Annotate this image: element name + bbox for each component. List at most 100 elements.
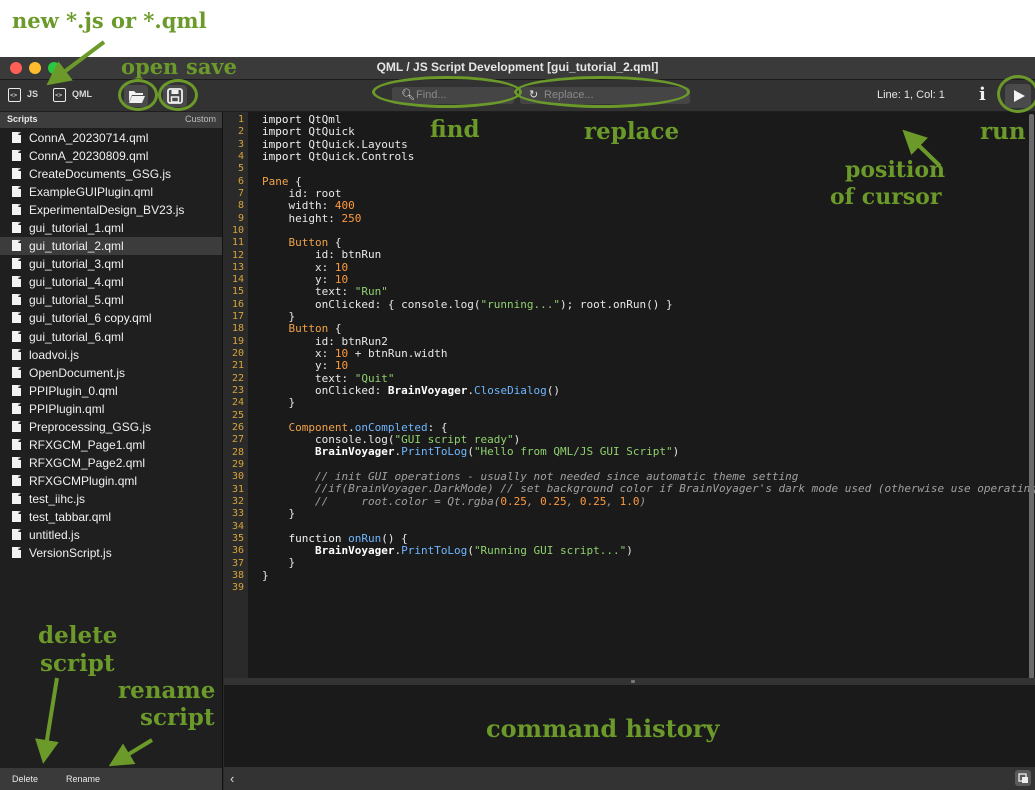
- annotation-open: open: [121, 54, 179, 79]
- tab-custom[interactable]: Custom: [185, 114, 216, 124]
- list-item[interactable]: ConnA_20230714.qml: [0, 129, 222, 147]
- line-number: 37: [231, 557, 244, 569]
- code-token: ): [672, 445, 680, 459]
- chevron-left-icon[interactable]: ‹: [230, 771, 234, 786]
- code-token: console.log(: [262, 433, 395, 447]
- file-name: gui_tutorial_6.qml: [29, 329, 124, 344]
- script-file-list: ConnA_20230714.qml ConnA_20230809.qml Crea…: [0, 129, 222, 562]
- file-name: ExampleGUIPlugin.qml: [29, 185, 154, 200]
- rename-button[interactable]: Rename: [66, 774, 100, 784]
- file-name: test_iihc.js: [29, 491, 86, 506]
- list-item[interactable]: RFXGCM_Page2.qml: [0, 454, 222, 472]
- line-number: 4: [237, 150, 244, 162]
- line-number: 22: [231, 372, 244, 384]
- code-token: 0.25: [500, 494, 527, 508]
- code-token: BrainVoyager: [387, 383, 468, 397]
- list-item[interactable]: gui_tutorial_3.qml: [0, 255, 222, 273]
- code-line: }: [262, 310, 1035, 323]
- annotation-run: run: [980, 118, 1026, 145]
- file-icon: [12, 222, 21, 234]
- file-icon: [12, 529, 21, 541]
- list-item[interactable]: RFXGCM_Page1.qml: [0, 436, 222, 454]
- annotation-replace: replace: [584, 118, 680, 145]
- line-number: 5: [237, 163, 244, 175]
- new-js-button[interactable]: <> JS: [4, 80, 46, 110]
- list-item[interactable]: test_iihc.js: [0, 490, 222, 508]
- annotation-rename-1: rename: [118, 677, 216, 704]
- line-number: 36: [231, 545, 244, 557]
- line-number: 17: [231, 311, 244, 323]
- list-item[interactable]: gui_tutorial_1.qml: [0, 219, 222, 237]
- delete-button[interactable]: Delete: [12, 774, 38, 784]
- annotation-command-history: command history: [486, 714, 720, 743]
- splitter-grip-icon: [631, 680, 635, 683]
- list-item[interactable]: gui_tutorial_2.qml: [0, 237, 222, 256]
- list-item[interactable]: Preprocessing_GSG.js: [0, 418, 222, 436]
- code-token: 400: [334, 199, 355, 213]
- code-line: }: [262, 557, 1035, 569]
- info-button[interactable]: i: [979, 84, 986, 105]
- code-token: PrintToLog: [401, 445, 468, 459]
- svg-text:<>: <>: [10, 92, 18, 99]
- status-bar: ‹: [224, 767, 1035, 790]
- line-number: 16: [231, 298, 244, 310]
- tab-scripts[interactable]: Scripts: [7, 114, 38, 124]
- file-name: VersionScript.js: [29, 546, 112, 561]
- line-number: 34: [231, 520, 244, 532]
- file-icon: [12, 186, 21, 198]
- list-item[interactable]: ExampleGUIPlugin.qml: [0, 183, 222, 201]
- file-name: RFXGCMPlugin.qml: [29, 473, 138, 488]
- list-item[interactable]: gui_tutorial_5.qml: [0, 291, 222, 309]
- line-number: 18: [231, 323, 244, 335]
- file-icon: [12, 402, 21, 414]
- file-name: gui_tutorial_3.qml: [29, 257, 124, 272]
- file-name: gui_tutorial_5.qml: [29, 293, 124, 308]
- code-token: (: [467, 543, 474, 557]
- annotation-save: save: [186, 54, 237, 79]
- code-line: BrainVoyager.PrintToLog("Hello from QML/…: [262, 446, 1035, 458]
- window-icon[interactable]: [1015, 770, 1031, 786]
- list-item[interactable]: gui_tutorial_6.qml: [0, 328, 222, 346]
- list-item[interactable]: RFXGCMPlugin.qml: [0, 472, 222, 490]
- file-name: ConnA_20230714.qml: [29, 131, 149, 145]
- file-icon: [12, 420, 21, 432]
- list-item[interactable]: CreateDocuments_GSG.js: [0, 165, 222, 183]
- splitter-handle[interactable]: [224, 678, 1035, 685]
- code-token: y:: [262, 359, 335, 373]
- list-item[interactable]: ConnA_20230809.qml: [0, 147, 222, 165]
- code-token: onClicked: { console.log(: [262, 297, 481, 311]
- code-token: onCompleted: [354, 420, 428, 434]
- vertical-scrollbar[interactable]: [1029, 114, 1034, 679]
- line-number: 26: [231, 422, 244, 433]
- code-line: // root.color = Qt.rgba(0.25, 0.25, 0.25…: [262, 494, 1035, 508]
- list-item[interactable]: PPIPlugin.qml: [0, 400, 222, 418]
- line-number: 15: [231, 286, 244, 298]
- annotation-position: position: [845, 157, 945, 183]
- code-token: Component: [262, 420, 349, 434]
- list-item[interactable]: OpenDocument.js: [0, 364, 222, 382]
- list-item[interactable]: untitled.js: [0, 526, 222, 544]
- line-number: 20: [231, 348, 244, 360]
- file-icon: [12, 456, 21, 468]
- file-name: Preprocessing_GSG.js: [29, 419, 152, 434]
- new-js-label: JS: [27, 89, 39, 99]
- list-item[interactable]: test_tabbar.qml: [0, 508, 222, 526]
- code-token: }: [262, 568, 269, 582]
- code-line: x: 10 + btnRun.width: [262, 347, 1035, 360]
- new-qml-button[interactable]: <> QML: [50, 80, 106, 110]
- code-token: //if(BrainVoyager.DarkMode) // set backg…: [262, 482, 1035, 496]
- file-name: untitled.js: [29, 528, 80, 543]
- list-item[interactable]: gui_tutorial_4.qml: [0, 273, 222, 291]
- code-token: import: [262, 125, 309, 139]
- list-item[interactable]: VersionScript.js: [0, 544, 222, 562]
- list-item[interactable]: ExperimentalDesign_BV23.js: [0, 201, 222, 219]
- code-token: Button: [262, 236, 329, 250]
- list-item[interactable]: loadvoi.js: [0, 346, 222, 364]
- list-item[interactable]: PPIPlugin_0.qml: [0, 382, 222, 400]
- file-icon: [12, 258, 21, 270]
- list-item[interactable]: gui_tutorial_6 copy.qml: [0, 309, 222, 327]
- code-token: "running...": [480, 297, 561, 311]
- file-icon: [12, 312, 21, 324]
- line-number: 8: [237, 200, 244, 212]
- file-icon: [12, 348, 21, 360]
